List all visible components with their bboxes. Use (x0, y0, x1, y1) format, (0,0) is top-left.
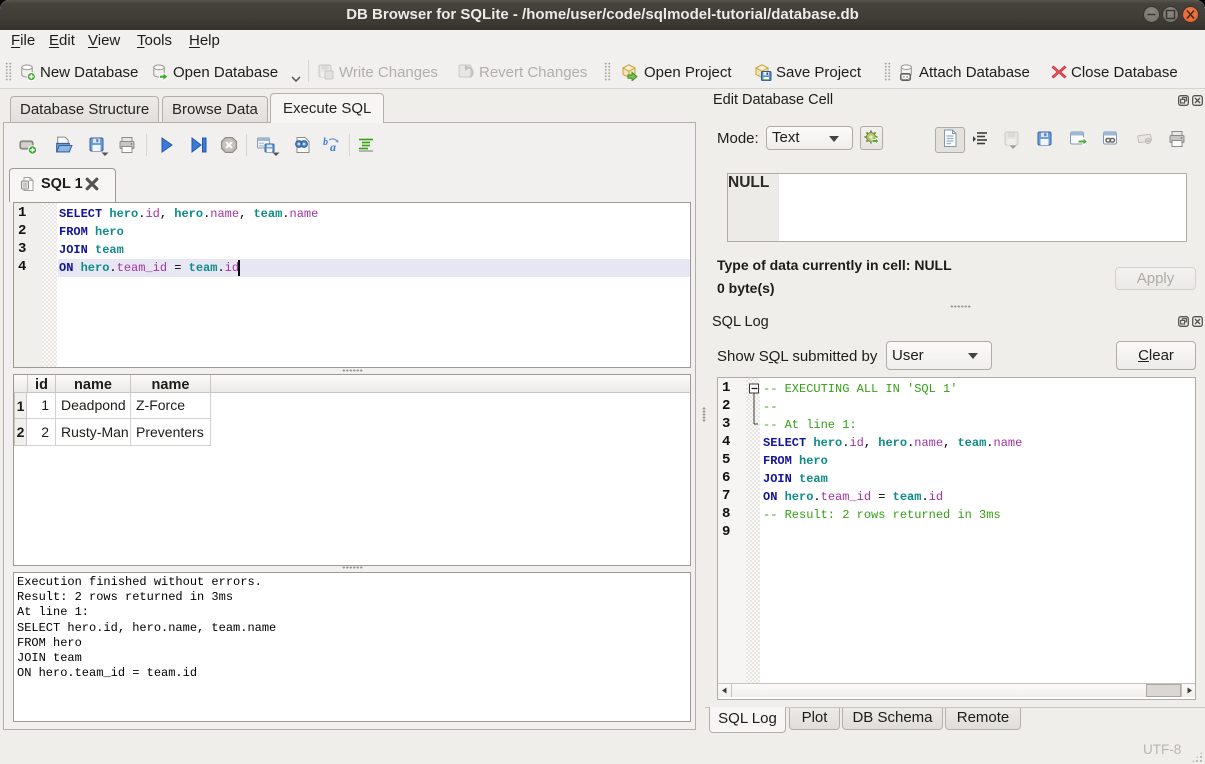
svg-text:a: a (330, 140, 336, 154)
svg-text:b: b (323, 137, 328, 148)
